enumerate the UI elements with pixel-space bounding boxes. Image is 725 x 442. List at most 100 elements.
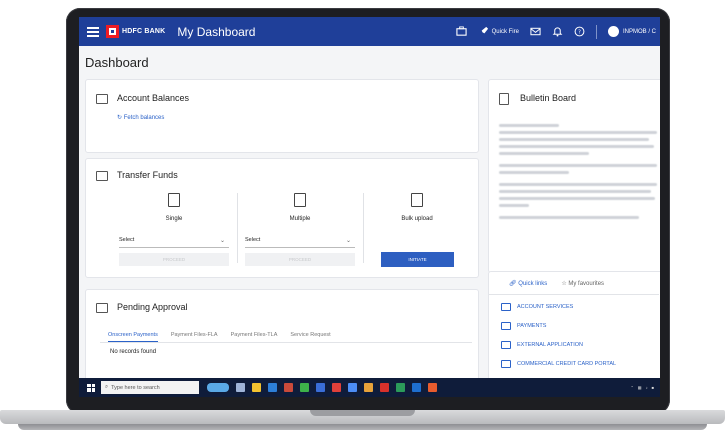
svg-text:?: ? [578, 30, 581, 36]
app-icon[interactable] [364, 383, 373, 392]
account-services-icon [501, 303, 511, 311]
tab-onscreen-payments[interactable]: Onscreen Payments [108, 332, 158, 342]
bulletin-line [499, 145, 654, 148]
app-icon[interactable] [316, 383, 325, 392]
transfer-single-option: Single Select ⌄ PROCEED [115, 193, 233, 269]
fetch-balances-label: Fetch balances [123, 115, 165, 121]
task-view-icon[interactable] [236, 383, 245, 392]
wallet-icon [96, 94, 108, 104]
bulletin-line [499, 197, 655, 200]
tab-service-request[interactable]: Service Request [290, 332, 330, 342]
windows-start-icon[interactable] [87, 383, 95, 392]
app-icon[interactable] [380, 383, 389, 392]
user-menu[interactable]: INPMOB / C [607, 26, 656, 37]
external-application-icon [501, 341, 511, 349]
app-title: My Dashboard [177, 24, 256, 39]
empty-state: No records found [110, 349, 157, 355]
transfer-icon [96, 171, 108, 181]
bulletin-line [499, 131, 657, 134]
chrome-icon[interactable] [332, 383, 341, 392]
quick-links-divider [489, 294, 659, 295]
account-balances-title: Account Balances [117, 93, 190, 103]
single-select[interactable]: Select ⌄ [119, 237, 229, 248]
header-divider [595, 24, 597, 39]
pending-approval-title: Pending Approval [117, 302, 188, 312]
bulletin-line [499, 152, 589, 155]
quick-link-label: ACCOUNT SERVICES [517, 304, 574, 310]
quick-link-account-services[interactable]: ACCOUNT SERVICES [501, 303, 573, 311]
file-explorer-icon[interactable] [252, 383, 261, 392]
bulletin-line [499, 183, 657, 186]
my-favourites-tab-label: My favourites [568, 281, 605, 287]
bell-icon[interactable] [552, 26, 563, 37]
bulletin-line [499, 171, 569, 174]
single-transfer-icon [168, 193, 180, 207]
app-icon[interactable] [348, 383, 357, 392]
tab-payment-files-fla[interactable]: Payment Files-FLA [171, 332, 218, 342]
single-select-value: Select [119, 237, 135, 243]
chevron-down-icon: ⌄ [345, 238, 351, 244]
weather-widget-icon[interactable] [207, 383, 229, 392]
quick-links-card: 🔗︎ Quick links ☆ My favourites ACCOUNT S… [488, 271, 660, 383]
rocket-icon [479, 26, 488, 36]
user-avatar-icon [607, 26, 619, 37]
tab-my-favourites[interactable]: ☆ My favourites [561, 280, 604, 287]
app-header: HDFC BANK My Dashboard Quick Fire ? INPM… [79, 17, 660, 46]
app-icon[interactable] [412, 383, 421, 392]
single-label: Single [165, 216, 183, 222]
windows-taskbar: ⌕ Type here to search ⌃ ▦ ♪ ■ [79, 378, 660, 397]
bulk-upload-label: Bulk upload [401, 216, 433, 222]
credit-card-icon [501, 360, 511, 368]
single-proceed-button[interactable]: PROCEED [119, 253, 229, 266]
bulletin-line [499, 190, 651, 193]
payments-icon [501, 322, 511, 330]
app-icon[interactable] [300, 383, 309, 392]
edge-icon[interactable] [268, 383, 277, 392]
multiple-proceed-button[interactable]: PROCEED [245, 253, 355, 266]
quick-link-commercial-credit-card-portal[interactable]: COMMERCIAL CREDIT CARD PORTAL [501, 360, 616, 368]
bulletin-board-title: Bulletin Board [520, 93, 577, 103]
bulletin-line [499, 164, 657, 167]
laptop-base-foot [18, 424, 707, 430]
briefcase-icon[interactable] [456, 26, 467, 37]
tab-quick-links[interactable]: 🔗︎ Quick links [509, 280, 547, 287]
column-divider [363, 193, 364, 263]
app-icon[interactable] [428, 383, 437, 392]
app-icon[interactable] [284, 383, 293, 392]
approval-icon [96, 303, 108, 313]
pending-approval-tabs: Onscreen Payments Payment Files-FLA Paym… [108, 332, 331, 342]
account-balances-card: Account Balances ↻ Fetch balances [85, 79, 479, 153]
quick-link-label: EXTERNAL APPLICATION [517, 342, 584, 348]
quick-link-payments[interactable]: PAYMENTS [501, 322, 546, 330]
menu-icon[interactable] [87, 26, 99, 37]
transfer-bulk-option: Bulk upload INITIATE [367, 193, 467, 269]
tab-payment-files-tla[interactable]: Payment Files-TLA [231, 332, 278, 342]
taskbar-apps [207, 383, 437, 392]
tabs-underline [100, 342, 472, 343]
network-icon: ▦ [637, 385, 642, 390]
hdfc-logo[interactable]: HDFC BANK [106, 25, 165, 38]
notification-icon: ■ [651, 385, 654, 390]
help-icon[interactable]: ? [574, 26, 585, 37]
fetch-balances-link[interactable]: ↻ Fetch balances [117, 114, 164, 121]
laptop-notch [310, 410, 415, 416]
search-icon: ⌕ [105, 384, 109, 390]
quick-fire-button[interactable]: Quick Fire [478, 26, 519, 37]
brand-name: HDFC BANK [122, 28, 166, 35]
bulletin-board-card: Bulletin Board [488, 79, 660, 273]
quick-fire-label: Quick Fire [491, 28, 519, 35]
initiate-button[interactable]: INITIATE [381, 252, 454, 267]
app-icon[interactable] [396, 383, 405, 392]
system-tray[interactable]: ⌃ ▦ ♪ ■ [630, 385, 654, 390]
quick-links-tabs: 🔗︎ Quick links ☆ My favourites [509, 280, 604, 287]
quick-links-tab-label: Quick links [518, 281, 548, 287]
multiple-select[interactable]: Select ⌄ [245, 237, 355, 248]
quick-link-external-application[interactable]: EXTERNAL APPLICATION [501, 341, 583, 349]
bulletin-line [499, 216, 639, 219]
chevron-down-icon: ⌄ [219, 238, 225, 244]
taskbar-search-input[interactable]: ⌕ Type here to search [101, 381, 199, 394]
user-name: INPMOB / C [622, 28, 656, 35]
mail-icon[interactable] [530, 26, 541, 37]
multiple-label: Multiple [289, 216, 311, 222]
bulletin-icon [499, 93, 509, 105]
